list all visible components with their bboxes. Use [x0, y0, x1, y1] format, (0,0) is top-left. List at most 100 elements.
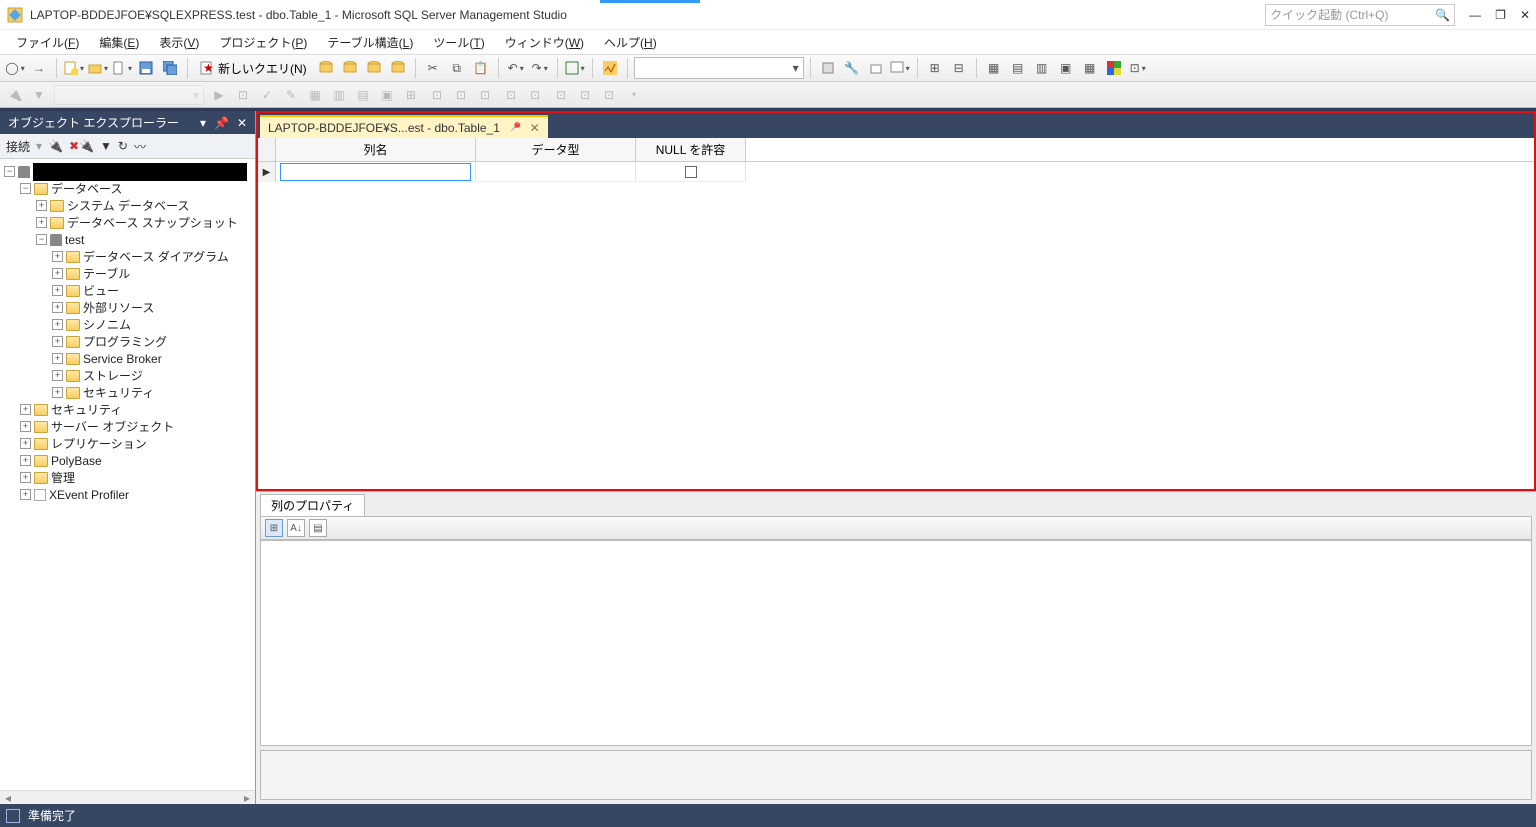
minimize-button[interactable]: —	[1469, 8, 1481, 22]
header-column-name[interactable]: 列名	[276, 138, 476, 161]
expander[interactable]: +	[20, 489, 31, 500]
node-xevent[interactable]: XEvent Profiler	[49, 488, 129, 502]
tb-color-icon[interactable]	[1103, 57, 1125, 79]
save-button[interactable]	[135, 57, 157, 79]
tb2-b1[interactable]: ⊡	[232, 84, 254, 106]
tb2-c2[interactable]: ⊡	[450, 84, 472, 106]
node-polybase[interactable]: PolyBase	[51, 454, 102, 468]
node-storage[interactable]: ストレージ	[83, 367, 143, 384]
oe-pulse-icon[interactable]: 〰	[134, 138, 146, 155]
node-system-databases[interactable]: システム データベース	[67, 197, 189, 214]
row-selector[interactable]: ▶	[258, 162, 276, 182]
header-allow-null[interactable]: NULL を許容	[636, 138, 746, 161]
object-explorer-tree[interactable]: − −データベース +システム データベース +データベース スナップショット …	[0, 159, 255, 790]
oe-disconnect-icon[interactable]: ✖🔌	[69, 139, 94, 153]
nav-back-button[interactable]: ◯	[4, 57, 26, 79]
tb-grid-2[interactable]: ▤	[1007, 57, 1029, 79]
expander[interactable]: +	[52, 336, 63, 347]
allow-null-cell[interactable]	[636, 162, 746, 182]
expander[interactable]: +	[20, 472, 31, 483]
properties-grid[interactable]	[260, 540, 1532, 746]
oe-filter-icon[interactable]: ▼	[100, 139, 112, 153]
nav-forward-button[interactable]: →	[28, 57, 50, 79]
quick-launch-input[interactable]: クイック起動 (Ctrl+Q) 🔍	[1265, 4, 1455, 26]
expander[interactable]: +	[36, 200, 47, 211]
node-tables[interactable]: テーブル	[83, 265, 130, 282]
panel-pin-icon[interactable]: 📌	[214, 116, 229, 130]
node-server-objects[interactable]: サーバー オブジェクト	[51, 418, 174, 435]
solution-button[interactable]	[564, 57, 586, 79]
node-snapshots[interactable]: データベース スナップショット	[67, 214, 238, 231]
node-diagrams[interactable]: データベース ダイアグラム	[83, 248, 229, 265]
undo-button[interactable]: ↶	[505, 57, 527, 79]
tb2-e2[interactable]: ⊡	[574, 84, 596, 106]
db-query-1-button[interactable]	[315, 57, 337, 79]
server-name-redacted[interactable]	[33, 163, 247, 181]
expander[interactable]: +	[52, 302, 63, 313]
tb2-b5[interactable]: ▥	[328, 84, 350, 106]
expander[interactable]: +	[52, 370, 63, 381]
prop-categorized-icon[interactable]: ⊞	[265, 519, 283, 537]
expander[interactable]: +	[52, 285, 63, 296]
tb-wrench-icon[interactable]: 🔧	[841, 57, 863, 79]
node-service-broker[interactable]: Service Broker	[83, 352, 162, 366]
data-type-cell[interactable]	[476, 162, 636, 182]
tb-grid-4[interactable]: ▣	[1055, 57, 1077, 79]
node-test[interactable]: test	[65, 233, 84, 247]
expander[interactable]: +	[52, 319, 63, 330]
tb2-play-icon[interactable]: ▶	[208, 84, 230, 106]
node-security-inner[interactable]: セキュリティ	[83, 384, 154, 401]
tb2-filter-icon[interactable]: ▼	[28, 84, 50, 106]
add-file-button[interactable]	[111, 57, 133, 79]
node-programming[interactable]: プログラミング	[83, 333, 167, 350]
tb-misc-4[interactable]	[889, 57, 911, 79]
expander[interactable]: −	[4, 166, 15, 177]
tb2-b8[interactable]: ⊞	[400, 84, 422, 106]
node-management[interactable]: 管理	[51, 469, 75, 486]
database-combo[interactable]: ▾	[634, 57, 804, 79]
tb-misc-1[interactable]	[817, 57, 839, 79]
expander[interactable]: +	[52, 268, 63, 279]
pin-icon[interactable]: 📍	[505, 118, 524, 137]
grid-row[interactable]: ▶	[258, 162, 1534, 182]
cut-button[interactable]: ✂	[422, 57, 444, 79]
panel-menu-icon[interactable]: ▾	[200, 116, 206, 130]
expander[interactable]: +	[20, 421, 31, 432]
tb2-b7[interactable]: ▣	[376, 84, 398, 106]
tb2-e3[interactable]: ⊡	[598, 84, 620, 106]
new-query-button[interactable]: ★ 新しいクエリ(N)	[194, 57, 313, 79]
expander[interactable]: +	[36, 217, 47, 228]
tree-hscroll[interactable]: ◂▸	[0, 790, 255, 804]
tb2-b4[interactable]: ▦	[304, 84, 326, 106]
tb2-b3[interactable]: ✎	[280, 84, 302, 106]
tb-grid-1[interactable]: ▦	[983, 57, 1005, 79]
maximize-button[interactable]: ❐	[1495, 8, 1506, 22]
redo-button[interactable]: ↷	[529, 57, 551, 79]
expander[interactable]: +	[20, 404, 31, 415]
tb-grid-5[interactable]: ▦	[1079, 57, 1101, 79]
node-replication[interactable]: レプリケーション	[51, 435, 147, 452]
expander[interactable]: −	[36, 234, 47, 245]
menu-view[interactable]: 表示(V)	[149, 32, 209, 53]
close-button[interactable]: ✕	[1520, 8, 1530, 22]
column-properties-tab[interactable]: 列のプロパティ	[260, 494, 365, 516]
node-databases[interactable]: データベース	[51, 180, 122, 197]
open-button[interactable]	[87, 57, 109, 79]
node-synonyms[interactable]: シノニム	[83, 316, 131, 333]
tb2-d2[interactable]: ⊡	[524, 84, 546, 106]
menu-project[interactable]: プロジェクト(P)	[209, 32, 317, 53]
tb-misc-3[interactable]	[865, 57, 887, 79]
menu-window[interactable]: ウィンドウ(W)	[495, 32, 594, 53]
tb2-b2[interactable]: ✓	[256, 84, 278, 106]
tb2-c1[interactable]: ⊡	[426, 84, 448, 106]
tb-last[interactable]: ⊡	[1127, 57, 1149, 79]
expander[interactable]: +	[52, 251, 63, 262]
tab-close-icon[interactable]: ✕	[530, 121, 540, 135]
tb-grid-3[interactable]: ▥	[1031, 57, 1053, 79]
allow-null-checkbox[interactable]	[685, 166, 697, 178]
expander[interactable]: +	[20, 455, 31, 466]
prop-pages-icon[interactable]: ▤	[309, 519, 327, 537]
oe-refresh-icon[interactable]: ↻	[118, 139, 128, 153]
table-designer-tab[interactable]: LAPTOP-BDDEJFOE¥S...est - dbo.Table_1 📍 …	[260, 115, 548, 138]
tb2-plug-icon[interactable]: 🔌	[4, 84, 26, 106]
